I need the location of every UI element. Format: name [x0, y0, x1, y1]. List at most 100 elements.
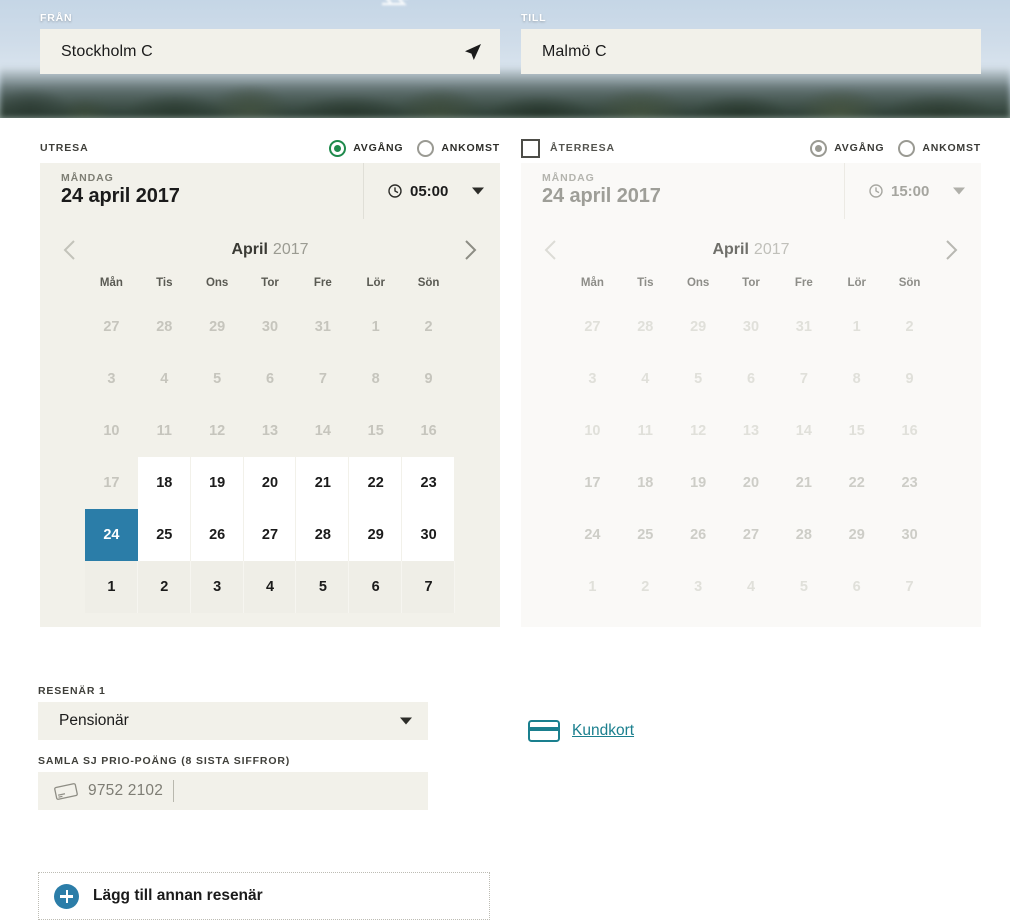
return-calendar: April 2017 Mån Tis Ons Tor Fre Lör Sön 27 28 29 3…: [521, 219, 981, 627]
calendar-day-7[interactable]: 7: [402, 561, 455, 613]
chevron-down-icon[interactable]: [400, 717, 412, 725]
from-station-value: Stockholm C: [61, 42, 153, 60]
calendar-day-6: 6: [265, 371, 275, 387]
prio-label: SAMLA SJ PRIO-POÄNG (8 SISTA SIFFROR): [38, 755, 291, 767]
add-traveller-button[interactable]: Lägg till annan resenär: [38, 872, 490, 920]
calendar-day-5: 5: [799, 579, 808, 595]
calendar-day-20: 20: [742, 475, 760, 491]
calendar-day-10: 10: [584, 423, 601, 439]
chevron-left-icon[interactable]: [539, 237, 565, 263]
calendar-day-17: 17: [103, 475, 120, 491]
outbound-calendar-year: 2017: [272, 241, 309, 258]
calendar-dow-fre: Fre: [794, 277, 813, 289]
kundkort-link-label[interactable]: Kundkort: [572, 722, 634, 740]
calendar-dow-ons: Ons: [686, 277, 710, 289]
from-station-input[interactable]: Stockholm C: [40, 29, 500, 74]
clock-icon: [388, 184, 402, 198]
from-station-block: FRÅN Stockholm C: [40, 12, 500, 74]
return-panel: ÅTERRESA AVGÅNG ANKOMST MÅNDAG 24 april …: [521, 133, 981, 627]
calendar-day-1[interactable]: 1: [85, 561, 138, 613]
calendar-day-1: 1: [852, 319, 861, 335]
return-date-value: 24 april 2017: [542, 185, 661, 207]
calendar-day-25[interactable]: 25: [137, 509, 191, 561]
outbound-panel-header: UTRESA AVGÅNG ANKOMST: [40, 133, 500, 163]
calendar-day-13: 13: [261, 423, 279, 439]
radio-departure-icon[interactable]: [810, 139, 828, 157]
chevron-right-icon[interactable]: [937, 237, 963, 263]
calendar-day-29[interactable]: 29: [349, 509, 403, 561]
return-date-field[interactable]: MÅNDAG 24 april 2017: [521, 163, 844, 219]
return-trip-checkbox[interactable]: [521, 138, 540, 158]
add-traveller-label: Lägg till annan resenär: [93, 887, 263, 904]
return-panel-header: ÅTERRESA AVGÅNG ANKOMST: [521, 133, 981, 163]
calendar-day-2: 2: [641, 579, 650, 595]
radio-arrival-icon[interactable]: [898, 139, 916, 157]
outbound-calendar-month: April: [231, 241, 268, 258]
calendar-day-23[interactable]: 23: [402, 457, 455, 509]
calendar-day-19[interactable]: 19: [190, 457, 244, 509]
calendar-day-18: 18: [637, 475, 654, 491]
kundkort-link-group[interactable]: Kundkort: [528, 720, 634, 742]
calendar-day-22[interactable]: 22: [349, 457, 403, 509]
navigate-arrow-icon[interactable]: [464, 43, 482, 61]
outbound-datetime-bar: MÅNDAG 24 april 2017 05:00: [40, 163, 500, 219]
outbound-date-field[interactable]: MÅNDAG 24 april 2017: [40, 163, 363, 219]
return-time-select[interactable]: 15:00: [844, 163, 981, 219]
calendar-day-30: 30: [901, 527, 918, 543]
plus-icon[interactable]: [54, 883, 79, 909]
calendar-day-24[interactable]: 24: [85, 509, 138, 561]
traveller-type-value: Pensionär: [59, 712, 129, 729]
calendar-day-14: 14: [314, 423, 331, 439]
calendar-day-2: 2: [424, 319, 433, 335]
chevron-down-icon[interactable]: [472, 187, 484, 195]
calendar-day-21[interactable]: 21: [296, 457, 350, 509]
calendar-week-row: 3 4 5 6 7 8 9: [566, 353, 936, 405]
return-weeks: 27 28 29 30 31 1 2 3 4 5 6 7 8 9 10 11 12 13 14 15 16 17 18 19 2…: [566, 301, 936, 613]
calendar-dow-tis: Tis: [637, 277, 654, 289]
calendar-day-28[interactable]: 28: [296, 509, 350, 561]
calendar-day-6[interactable]: 6: [349, 561, 403, 613]
prio-card-value: 9752 2102: [88, 782, 164, 799]
return-radio-arrival[interactable]: ANKOMST: [898, 139, 981, 157]
to-station-input[interactable]: Malmö C: [521, 29, 981, 74]
return-radio-departure[interactable]: AVGÅNG: [810, 139, 884, 157]
chevron-down-icon[interactable]: [953, 187, 965, 195]
calendar-day-2[interactable]: 2: [137, 561, 191, 613]
credit-card-icon: [54, 782, 78, 800]
outbound-time-value: 05:00: [410, 182, 449, 200]
traveller-type-select[interactable]: Pensionär: [38, 702, 428, 740]
calendar-day-12: 12: [209, 423, 226, 439]
calendar-day-30[interactable]: 30: [402, 509, 455, 561]
calendar-day-4[interactable]: 4: [243, 561, 297, 613]
radio-arrival-icon[interactable]: [417, 139, 435, 157]
return-calendar-month: April: [712, 241, 749, 258]
outbound-title: UTRESA: [40, 142, 89, 154]
calendar-day-21: 21: [795, 475, 812, 491]
calendar-day-1: 1: [588, 579, 597, 595]
calendar-day-18[interactable]: 18: [137, 457, 191, 509]
calendar-day-27[interactable]: 27: [243, 509, 297, 561]
calendar-day-28: 28: [156, 319, 173, 335]
station-fields-row: FRÅN Stockholm C TILL Malmö C: [0, 12, 1010, 82]
calendar-day-16: 16: [420, 423, 437, 439]
calendar-day-25: 25: [637, 527, 654, 543]
outbound-time-select[interactable]: 05:00: [363, 163, 500, 219]
calendar-week-row: 1234567: [566, 561, 936, 613]
chevron-left-icon[interactable]: [58, 237, 84, 263]
calendar-day-7: 7: [799, 371, 808, 387]
outbound-radio-group: AVGÅNG ANKOMST: [329, 139, 500, 157]
outbound-radio-departure[interactable]: AVGÅNG: [329, 139, 403, 157]
return-calendar-year: 2017: [753, 241, 790, 258]
calendar-day-3[interactable]: 3: [190, 561, 244, 613]
calendar-dow-sön: Sön: [417, 277, 440, 289]
calendar-week-row: 1234567: [85, 561, 455, 613]
outbound-radio-arrival[interactable]: ANKOMST: [417, 139, 500, 157]
prio-card-input[interactable]: 9752 2102: [38, 772, 428, 810]
calendar-day-26[interactable]: 26: [190, 509, 244, 561]
return-title-group: ÅTERRESA: [521, 138, 615, 158]
calendar-day-20[interactable]: 20: [243, 457, 297, 509]
calendar-day-9: 9: [905, 371, 914, 387]
chevron-right-icon[interactable]: [456, 237, 482, 263]
radio-departure-icon[interactable]: [329, 139, 347, 157]
calendar-day-5[interactable]: 5: [296, 561, 350, 613]
